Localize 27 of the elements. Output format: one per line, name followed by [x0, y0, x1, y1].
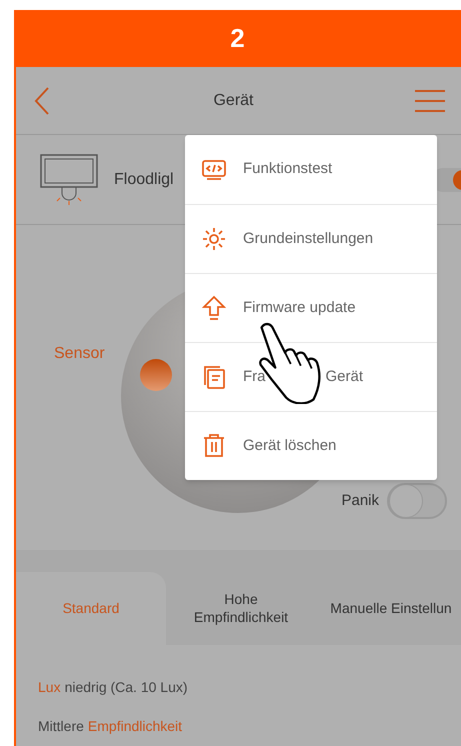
tab[interactable]: Hohe Empfindlichkeit	[166, 572, 316, 645]
device-name: Floodligl	[114, 170, 174, 190]
menu-item-label: Gerät löschen	[243, 436, 336, 456]
menu-item[interactable]: Funktionstest	[185, 135, 437, 204]
upload-arrow-icon	[201, 295, 227, 321]
menu-item[interactable]: Gerät löschen	[185, 411, 437, 480]
menu-item-label: Grundeinstellungen	[243, 228, 374, 249]
panic-toggle[interactable]	[387, 483, 447, 519]
setting-text: niedrig (Ca. 10 Lux)	[64, 678, 188, 697]
menu-item-label: Fra	[243, 366, 266, 387]
step-number: 2	[230, 22, 245, 55]
setting-text: Mittlere	[38, 717, 84, 736]
menu-icon[interactable]	[414, 88, 445, 112]
menu-item-label: Funktionstest	[243, 159, 332, 180]
setting-text: Empfindlichkeit	[88, 717, 182, 736]
menu-item-label: Gerät	[326, 366, 364, 387]
sensor-label: Sensor	[54, 344, 105, 364]
header-title: Gerät	[213, 90, 254, 110]
menu-item-label: Firmware update	[243, 298, 356, 318]
setting-text: Lux	[38, 678, 61, 697]
settings-icon	[201, 226, 227, 252]
menu-item[interactable]: Grundeinstellungen	[185, 204, 437, 273]
panic-label: Panik	[341, 490, 379, 511]
floodlight-icon	[40, 154, 98, 206]
trash-icon	[201, 433, 227, 459]
tab[interactable]: Manuelle Einstellun	[316, 572, 461, 645]
document-icon	[201, 364, 227, 390]
